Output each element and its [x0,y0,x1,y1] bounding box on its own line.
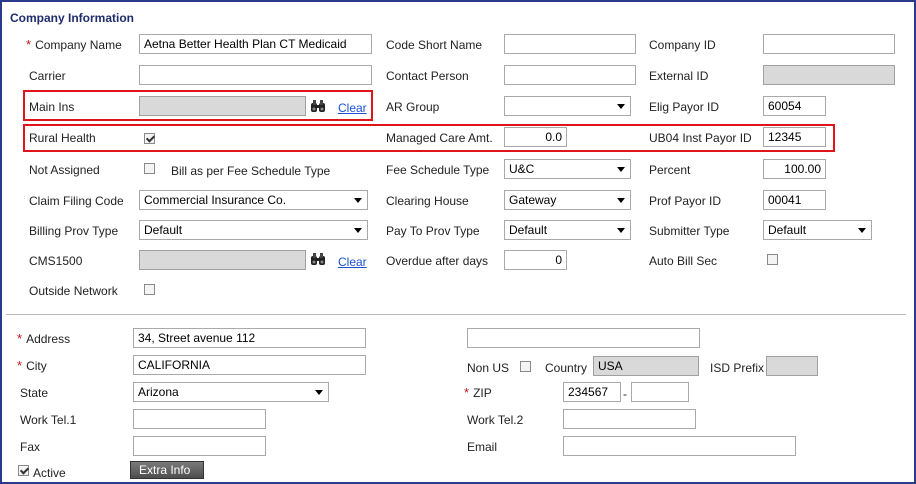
work-tel2-label: Work Tel.2 [467,413,524,427]
cms1500-clear-link[interactable]: Clear [338,255,367,269]
bill-fee-schedule-label: Bill as per Fee Schedule Type [171,164,331,178]
required-icon: * [17,331,23,346]
required-icon: * [26,37,32,52]
submitter-type-label: Submitter Type [649,224,730,238]
fee-schedule-type-select[interactable]: U&C [504,159,631,179]
clearing-house-select[interactable]: Gateway [504,190,631,210]
code-short-name-label: Code Short Name [386,38,483,52]
claim-filing-code-select[interactable]: Commercial Insurance Co. [139,190,368,210]
active-label: Active [33,466,66,480]
isd-prefix-input [766,356,818,376]
ar-group-label: AR Group [386,100,440,114]
work-tel2-input[interactable] [563,409,696,429]
chevron-down-icon [858,228,866,233]
pay-to-prov-type-value: Default [509,223,548,237]
address-label: * Address [17,331,71,346]
overdue-after-days-label: Overdue after days [386,254,489,268]
pay-to-prov-type-select[interactable]: Default [504,220,631,240]
chevron-down-icon [617,198,625,203]
company-name-input[interactable]: Aetna Better Health Plan CT Medicaid [139,34,372,54]
cms1500-input [139,250,306,270]
section-title: Company Information [10,11,135,25]
submitter-type-value: Default [768,223,807,237]
country-input: USA [593,356,699,376]
clearing-house-value: Gateway [509,193,557,207]
fax-label: Fax [20,440,41,454]
auto-bill-sec-label: Auto Bill Sec [649,254,718,268]
work-tel1-input[interactable] [133,409,266,429]
fax-input[interactable] [133,436,266,456]
contact-person-label: Contact Person [386,69,469,83]
city-input[interactable]: CALIFORNIA [133,355,366,375]
main-ins-highlight [23,90,373,121]
zip-ext-input[interactable] [631,382,689,402]
claim-filing-code-value: Commercial Insurance Co. [144,193,287,207]
billing-prov-type-label: Billing Prov Type [29,224,119,238]
address-line1-input[interactable]: 34, Street avenue 112 [133,328,366,348]
clearing-house-label: Clearing House [386,194,469,208]
zip-separator: - [623,387,627,401]
active-checkbox[interactable] [18,465,29,476]
auto-bill-sec-checkbox[interactable] [767,254,778,265]
binoculars-icon[interactable] [310,252,326,266]
submitter-type-select[interactable]: Default [763,220,872,240]
claim-filing-code-label: Claim Filing Code [29,194,124,208]
non-us-checkbox[interactable] [520,361,531,372]
outside-network-checkbox[interactable] [144,284,155,295]
zip-label: * ZIP [464,385,492,400]
rural-health-row-highlight [23,124,835,152]
billing-prov-type-value: Default [144,223,183,237]
state-label: State [20,386,49,400]
billing-prov-type-select[interactable]: Default [139,220,368,240]
extra-info-button[interactable]: Extra Info [130,461,204,479]
zip-input[interactable]: 234567 [563,382,621,402]
outside-network-label: Outside Network [29,284,118,298]
email-label: Email [467,440,498,454]
carrier-input[interactable] [139,65,372,85]
required-icon: * [17,358,23,373]
contact-person-input[interactable] [504,65,636,85]
fee-schedule-type-label: Fee Schedule Type [386,163,490,177]
cms1500-label: CMS1500 [29,254,83,268]
fee-schedule-type-value: U&C [509,162,535,176]
external-id-input [763,65,895,85]
external-id-label: External ID [649,69,709,83]
company-name-label: * Company Name [26,37,122,52]
code-short-name-input[interactable] [504,34,636,54]
required-icon: * [464,385,470,400]
carrier-label: Carrier [29,69,66,83]
non-us-label: Non US [467,361,510,375]
city-label: * City [17,358,47,373]
chevron-down-icon [617,228,625,233]
state-value: Arizona [138,385,179,399]
not-assigned-label: Not Assigned [29,163,100,177]
country-label: Country [545,361,588,375]
chevron-down-icon [617,167,625,172]
not-assigned-checkbox[interactable] [144,163,155,174]
company-id-input[interactable] [763,34,895,54]
email-input[interactable] [563,436,796,456]
ar-group-select[interactable] [504,96,631,116]
chevron-down-icon [354,198,362,203]
address-line2-input[interactable] [467,328,700,348]
percent-input[interactable]: 100.00 [763,159,826,179]
section-divider [6,314,906,315]
state-select[interactable]: Arizona [133,382,329,402]
elig-payor-id-input[interactable]: 60054 [763,96,826,116]
prof-payor-id-label: Prof Payor ID [649,194,722,208]
chevron-down-icon [617,104,625,109]
pay-to-prov-type-label: Pay To Prov Type [386,224,480,238]
chevron-down-icon [315,390,323,395]
work-tel1-label: Work Tel.1 [20,413,77,427]
overdue-after-days-input[interactable]: 0 [504,250,567,270]
percent-label: Percent [649,163,691,177]
chevron-down-icon [354,228,362,233]
isd-prefix-label: ISD Prefix [710,361,765,375]
company-id-label: Company ID [649,38,716,52]
elig-payor-id-label: Elig Payor ID [649,100,720,114]
prof-payor-id-input[interactable]: 00041 [763,190,826,210]
